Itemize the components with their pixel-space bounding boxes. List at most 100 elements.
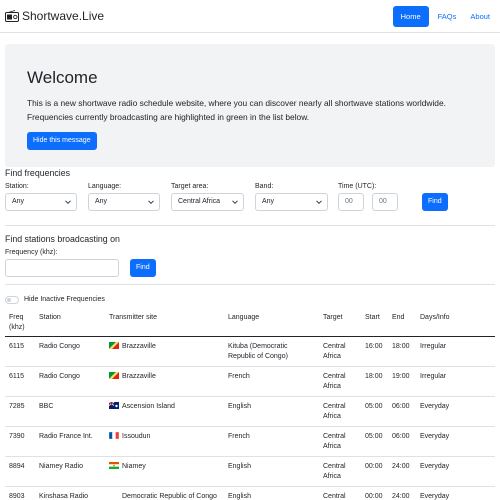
chevron-down-icon — [148, 200, 154, 205]
table-row[interactable]: 7390 Radio France Int. Issoudun French C… — [5, 426, 495, 457]
cell-target: Central Africa — [319, 456, 361, 487]
cell-freq: 6115 — [5, 366, 35, 397]
cell-station[interactable]: Radio Congo — [35, 366, 105, 397]
cell-freq: 8903 — [5, 486, 35, 500]
find-stations-button[interactable]: Find — [130, 259, 156, 277]
chevron-down-icon — [65, 200, 71, 205]
cell-station[interactable]: Niamey Radio — [35, 456, 105, 487]
cell-language: English — [224, 456, 319, 487]
cell-site: Ascension Island — [105, 396, 224, 427]
cell-language: English — [224, 486, 319, 500]
table-row[interactable]: 7285 BBC Ascension Island English Centra… — [5, 396, 495, 427]
nav-home[interactable]: Home — [392, 5, 429, 27]
divider — [5, 225, 495, 226]
band-label: Band: — [255, 183, 274, 190]
language-label: Language: — [88, 183, 122, 190]
cell-station[interactable]: Kinshasa Radio — [35, 486, 105, 500]
cell-start: 05:00 — [361, 396, 388, 427]
cell-station[interactable]: Radio France Int. — [35, 426, 105, 457]
table-row[interactable]: 8903 Kinshasa Radio Democratic Republic … — [5, 486, 495, 500]
chevron-down-icon — [316, 200, 322, 205]
cell-freq: 8894 — [5, 456, 35, 487]
time-from-input[interactable]: 00 — [338, 193, 364, 211]
frequency-table: Freq (khz) Station Transmitter site Lang… — [5, 310, 495, 500]
brand-title: Shortwave.Live — [22, 9, 105, 23]
header-transmitter-site[interactable]: Transmitter site — [105, 310, 224, 337]
header-language[interactable]: Language — [224, 310, 319, 337]
cell-freq: 6115 — [5, 336, 35, 367]
table-row[interactable]: 8894 Niamey Radio Niamey English Central… — [5, 456, 495, 487]
time-label: Time (UTC): — [338, 183, 377, 190]
nav-faqs[interactable]: FAQs — [433, 6, 462, 27]
navbar: Shortwave.Live Home FAQs About — [0, 0, 500, 33]
station-label: Station: — [5, 183, 29, 190]
cell-days: Everyday — [416, 456, 495, 487]
cell-target: Central Africa — [319, 396, 361, 427]
cell-site: Niamey — [105, 456, 224, 487]
nav-about[interactable]: About — [465, 6, 495, 27]
cell-station[interactable]: Radio Congo — [35, 336, 105, 367]
target-area-select-value: Central Africa — [178, 198, 221, 205]
language-select[interactable]: Any — [88, 193, 160, 211]
cell-language: French — [224, 366, 319, 397]
cell-site: Brazzaville — [105, 366, 224, 397]
welcome-text: This is a new shortwave radio schedule w… — [27, 98, 446, 122]
table-row[interactable]: 6115 Radio Congo Brazzaville Kituba (Dem… — [5, 336, 495, 367]
cell-site: Democratic Republic of Congo — [105, 486, 224, 500]
cell-site: Issoudun — [105, 426, 224, 457]
cell-freq: 7390 — [5, 426, 35, 457]
cell-start: 05:00 — [361, 426, 388, 457]
header-days[interactable]: Days/Info — [416, 310, 495, 337]
cell-end: 06:00 — [388, 426, 416, 457]
time-to-input[interactable]: 00 — [372, 193, 398, 211]
cell-start: 00:00 — [361, 456, 388, 487]
cell-start: 00:00 — [361, 486, 388, 500]
cell-start: 18:00 — [361, 366, 388, 397]
table-row[interactable]: 6115 Radio Congo Brazzaville French Cent… — [5, 366, 495, 397]
cell-days: Everyday — [416, 486, 495, 500]
target-area-label: Target area: — [171, 183, 209, 190]
find-frequencies-button[interactable]: Find — [422, 193, 448, 211]
band-select[interactable]: Any — [255, 193, 328, 211]
cell-site: Brazzaville — [105, 336, 224, 367]
header-target[interactable]: Target — [319, 310, 361, 337]
cell-target: Central Africa — [319, 336, 361, 367]
cell-target: Central Africa — [319, 486, 361, 500]
header-station[interactable]: Station — [35, 310, 105, 337]
congo-flag-icon — [109, 371, 119, 379]
cell-language: Kituba (Democratic Republic of Congo) — [224, 336, 319, 367]
language-select-value: Any — [95, 198, 108, 205]
hide-inactive-toggle[interactable] — [5, 296, 19, 304]
cell-station[interactable]: BBC — [35, 396, 105, 427]
niger-flag-icon — [109, 461, 119, 469]
frequency-input[interactable] — [5, 259, 119, 277]
cell-freq: 7285 — [5, 396, 35, 427]
welcome-panel: Welcome This is a new shortwave radio sc… — [5, 44, 495, 167]
cell-target: Central Africa — [319, 426, 361, 457]
target-area-select[interactable]: Central Africa — [171, 193, 244, 211]
divider — [5, 284, 495, 285]
header-freq[interactable]: Freq (khz) — [5, 310, 35, 337]
station-select-value: Any — [12, 198, 25, 205]
ascension-flag-icon — [109, 401, 119, 409]
cell-end: 24:00 — [388, 486, 416, 500]
radio-icon — [5, 10, 19, 22]
cell-end: 06:00 — [388, 396, 416, 427]
find-stations-title: Find stations broadcasting on — [5, 234, 120, 244]
chevron-down-icon — [232, 200, 238, 205]
cell-end: 18:00 — [388, 336, 416, 367]
cell-end: 19:00 — [388, 366, 416, 397]
cell-days: Everyday — [416, 396, 495, 427]
header-start[interactable]: Start — [361, 310, 388, 337]
frequency-label: Frequency (khz): — [5, 249, 58, 256]
france-flag-icon — [109, 431, 119, 439]
cell-days: Everyday — [416, 426, 495, 457]
header-end[interactable]: End — [388, 310, 416, 337]
welcome-title: Welcome — [27, 68, 98, 87]
hide-inactive-label: Hide Inactive Frequencies — [24, 296, 105, 303]
station-select[interactable]: Any — [5, 193, 77, 211]
cell-target: Central Africa — [319, 366, 361, 397]
hide-message-button[interactable]: Hide this message — [27, 132, 97, 150]
brand[interactable]: Shortwave.Live — [5, 9, 104, 23]
toggle-knob — [7, 298, 11, 302]
